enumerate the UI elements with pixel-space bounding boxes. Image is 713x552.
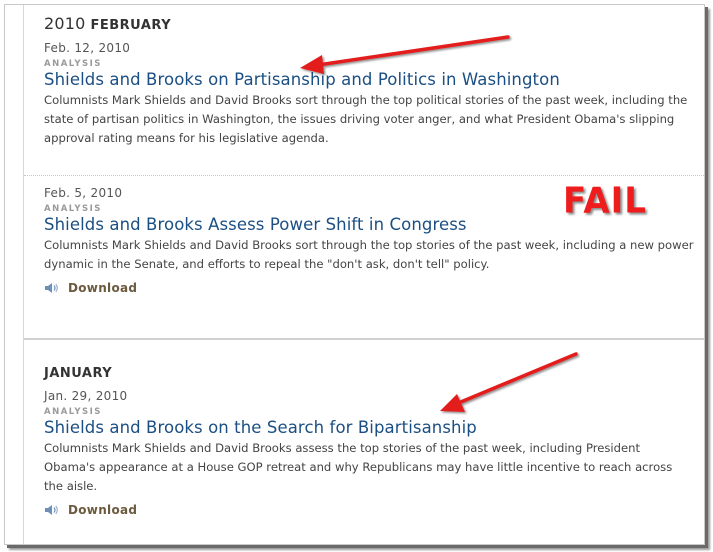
month-header-month: JANUARY [44, 366, 113, 381]
speaker-icon [45, 283, 58, 293]
speaker-icon [45, 505, 58, 515]
month-divider [24, 338, 704, 340]
list-item: Feb. 12, 2010 ANALYSIS Shields and Brook… [44, 41, 694, 148]
archive-panel: 2010 FEBRUARY Feb. 12, 2010 ANALYSIS Shi… [4, 4, 705, 545]
entry-description: Columnists Mark Shields and David Brooks… [44, 93, 688, 145]
month-header-month: FEBRUARY [90, 18, 172, 33]
entry-description: Columnists Mark Shields and David Brooks… [44, 441, 673, 493]
download-label: Download [68, 281, 138, 295]
entry-date: Jan. 29, 2010 [44, 389, 128, 403]
entry-title-link[interactable]: Shields and Brooks on the Search for Bip… [44, 418, 694, 437]
download-link[interactable]: Download [44, 281, 694, 295]
download-label: Download [68, 503, 138, 517]
list-item: Jan. 29, 2010 ANALYSIS Shields and Brook… [44, 389, 694, 517]
entry-title-link[interactable]: Shields and Brooks on Partisanship and P… [44, 70, 694, 89]
month-header-february: 2010 FEBRUARY [44, 14, 171, 33]
fail-annotation: FAIL [563, 180, 647, 222]
entry-kind: ANALYSIS [44, 59, 102, 69]
download-link[interactable]: Download [44, 503, 694, 517]
month-header-january: JANUARY [44, 363, 112, 381]
entry-divider [24, 175, 704, 176]
archive-list: 2010 FEBRUARY Feb. 12, 2010 ANALYSIS Shi… [23, 5, 704, 544]
entry-kind: ANALYSIS [44, 407, 102, 417]
entry-description: Columnists Mark Shields and David Brooks… [44, 238, 694, 271]
entry-date: Feb. 12, 2010 [44, 41, 131, 55]
month-header-year: 2010 [44, 14, 86, 33]
